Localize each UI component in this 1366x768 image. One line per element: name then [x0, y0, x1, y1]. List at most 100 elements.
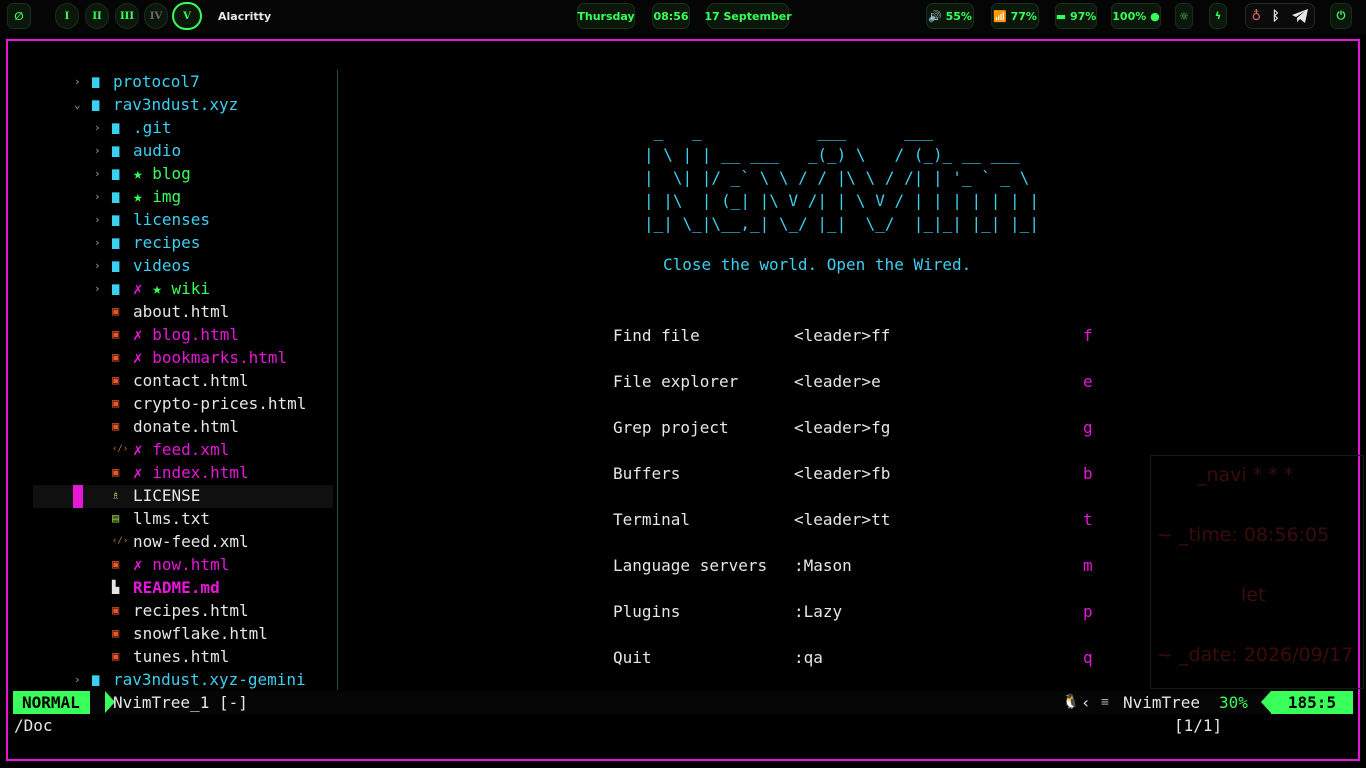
tree-item-label: videos — [133, 256, 191, 275]
tree-item-label: rav3ndust.xyz — [113, 95, 239, 114]
brightness-icon[interactable]: ☼ — [1175, 3, 1193, 29]
chevron-right-icon[interactable]: › — [74, 668, 81, 691]
folder-icon: ▆ — [92, 74, 100, 88]
filetype-label: NvimTree — [1123, 693, 1201, 712]
bluetooth-icon[interactable]: ᛒ — [1272, 9, 1280, 24]
dashboard-item-shortcut: g — [1083, 418, 1093, 437]
tree-item-label: recipes — [133, 233, 201, 252]
tree-item-label: recipes.html — [133, 601, 249, 620]
folder-icon: ▆ — [112, 235, 120, 249]
power-icon[interactable]: ⏻ — [1330, 3, 1352, 29]
html-icon: ▣ — [112, 603, 120, 617]
workspace-3-button[interactable]: III — [115, 3, 139, 29]
tree-item-label: ✗ now.html — [133, 555, 230, 574]
dashboard-item-buffers[interactable]: Buffers <leader>fb b — [613, 462, 1113, 485]
tree-item-label: ✗ index.html — [133, 463, 249, 482]
dashboard-item-plugins[interactable]: Plugins:Lazy p — [613, 600, 1113, 623]
text-icon: ▤ — [112, 511, 120, 525]
dashboard-item-keymap: <leader>e — [794, 372, 881, 391]
buffer-name: NvimTree_1 [-] — [113, 693, 248, 712]
dashboard-tagline: Close the world. Open the Wired. — [663, 255, 972, 274]
workspace-4-button[interactable]: IV — [144, 3, 168, 29]
wifi-indicator[interactable]: 📶 77% — [991, 3, 1039, 29]
markdown-icon: ▙ — [112, 580, 120, 594]
chevron-right-icon[interactable]: › — [94, 231, 101, 254]
xml-icon: ‹/› — [112, 444, 129, 454]
tree-item-label: LICENSE — [133, 486, 201, 505]
workspace-5-button-active[interactable]: V — [172, 2, 202, 30]
chevron-right-icon[interactable]: › — [94, 139, 101, 162]
tree-item-label: audio — [133, 141, 182, 160]
folder-open-icon: ▆ — [92, 97, 100, 111]
launcher-button[interactable]: ∅ — [7, 3, 31, 29]
dashboard-item-shortcut: q — [1083, 648, 1093, 667]
charge-indicator[interactable]: 100% ● — [1111, 3, 1161, 29]
chevron-right-icon[interactable]: › — [94, 208, 101, 231]
dashboard-item-file-explorer[interactable]: File explorer <leader>e e — [613, 370, 1113, 393]
dashboard-item-label: Plugins — [613, 602, 681, 621]
dashboard-item-find-file[interactable]: Find file <leader>ff f — [613, 324, 1113, 347]
tree-item-label: snowflake.html — [133, 624, 268, 643]
tree-item-label: .git — [133, 118, 172, 137]
html-icon: ▣ — [112, 557, 120, 571]
dashboard-item-grep-project[interactable]: Grep project <leader>fg g — [613, 416, 1113, 439]
widget-date: ~ _date: 2026/09/17 — [1157, 644, 1354, 666]
html-icon: ▣ — [112, 396, 120, 410]
tree-item-label: README.md — [133, 578, 220, 597]
tree-item-label: protocol7 — [113, 72, 200, 91]
tree-item-label: ★ blog — [133, 164, 191, 183]
dashboard-item-label: File explorer — [613, 372, 739, 391]
chevron-right-icon[interactable]: › — [94, 277, 101, 300]
search-count: [1/1] — [1174, 716, 1223, 735]
workspace-2-button[interactable]: II — [85, 3, 109, 29]
chevron-right-icon[interactable]: › — [74, 70, 81, 93]
mode-indicator: NORMAL — [13, 691, 90, 714]
bolt-icon[interactable]: ϟ — [1209, 3, 1227, 29]
clock[interactable]: 08:56 — [652, 3, 690, 29]
cursor-block — [73, 485, 83, 508]
tree-item-label: llms.txt — [133, 509, 211, 528]
workspace-1-button[interactable]: I — [55, 3, 79, 29]
dashboard-item-quit[interactable]: Quit:qa q — [613, 646, 1113, 669]
battery-indicator[interactable]: ▬ 97% — [1055, 3, 1097, 29]
html-icon: ▣ — [112, 350, 120, 364]
widget-time: ~ _time: 08:56:05 — [1157, 524, 1330, 546]
top-bar: ∅ I II III IV V Alacritty Thursday 08:56… — [0, 0, 1366, 34]
dashboard-item-keymap: <leader>ff — [794, 326, 891, 345]
tree-item-label: ✗ feed.xml — [133, 440, 230, 459]
chevron-right-icon[interactable]: › — [94, 185, 101, 208]
tree-item-label: licenses — [133, 210, 211, 229]
tree-item-label: contact.html — [133, 371, 249, 390]
dashboard-item-label: Language servers — [613, 556, 768, 575]
tree-item-label: ★ img — [133, 187, 182, 206]
tree-item-label: about.html — [133, 302, 230, 321]
date-label[interactable]: 17 September — [704, 3, 792, 29]
window-separator — [337, 70, 338, 690]
chevron-right-icon[interactable]: › — [94, 162, 101, 185]
dashboard-item-keymap: <leader>fg — [794, 418, 891, 437]
chevron-right-icon[interactable]: › — [94, 116, 101, 139]
linux-icon: 🐧 — [1062, 694, 1080, 710]
folder-icon: ▆ — [112, 120, 120, 134]
dashboard-item-terminal[interactable]: Terminal <leader>tt t — [613, 508, 1113, 531]
chevron-down-icon[interactable]: ⌄ — [74, 93, 81, 116]
tree-item-label: donate.html — [133, 417, 239, 436]
dashboard-item-language-servers[interactable]: Language servers:Mason m — [613, 554, 1113, 577]
tree-item-label: now-feed.xml — [133, 532, 249, 551]
tree-item-label: tunes.html — [133, 647, 230, 666]
html-icon: ▣ — [112, 327, 120, 341]
redshift-icon[interactable]: ♁ — [1251, 9, 1261, 24]
folder-icon: ▆ — [112, 189, 120, 203]
chevron-right-icon[interactable]: › — [94, 254, 101, 277]
dashboard-item-keymap: :qa — [794, 648, 823, 667]
dashboard-item-keymap: :Mason — [794, 556, 852, 575]
command-line[interactable]: /Doc — [14, 714, 53, 737]
tree-item-label: ✗ bookmarks.html — [133, 348, 288, 367]
widget-title: _navi * * * — [1197, 464, 1294, 486]
volume-indicator[interactable]: 🔊 55% — [926, 3, 974, 29]
telegram-icon[interactable] — [1291, 8, 1309, 24]
status-line: NORMAL NvimTree_1 [-] 🐧 ‹ ≡ NvimTree 30%… — [13, 691, 1353, 714]
html-icon: ▣ — [112, 465, 120, 479]
ascii-logo: _ _ ___ ___ | \ | | __ ___ _(_) \ / (_)_… — [644, 122, 1039, 233]
cursor-position: 185:5 — [1271, 691, 1353, 714]
